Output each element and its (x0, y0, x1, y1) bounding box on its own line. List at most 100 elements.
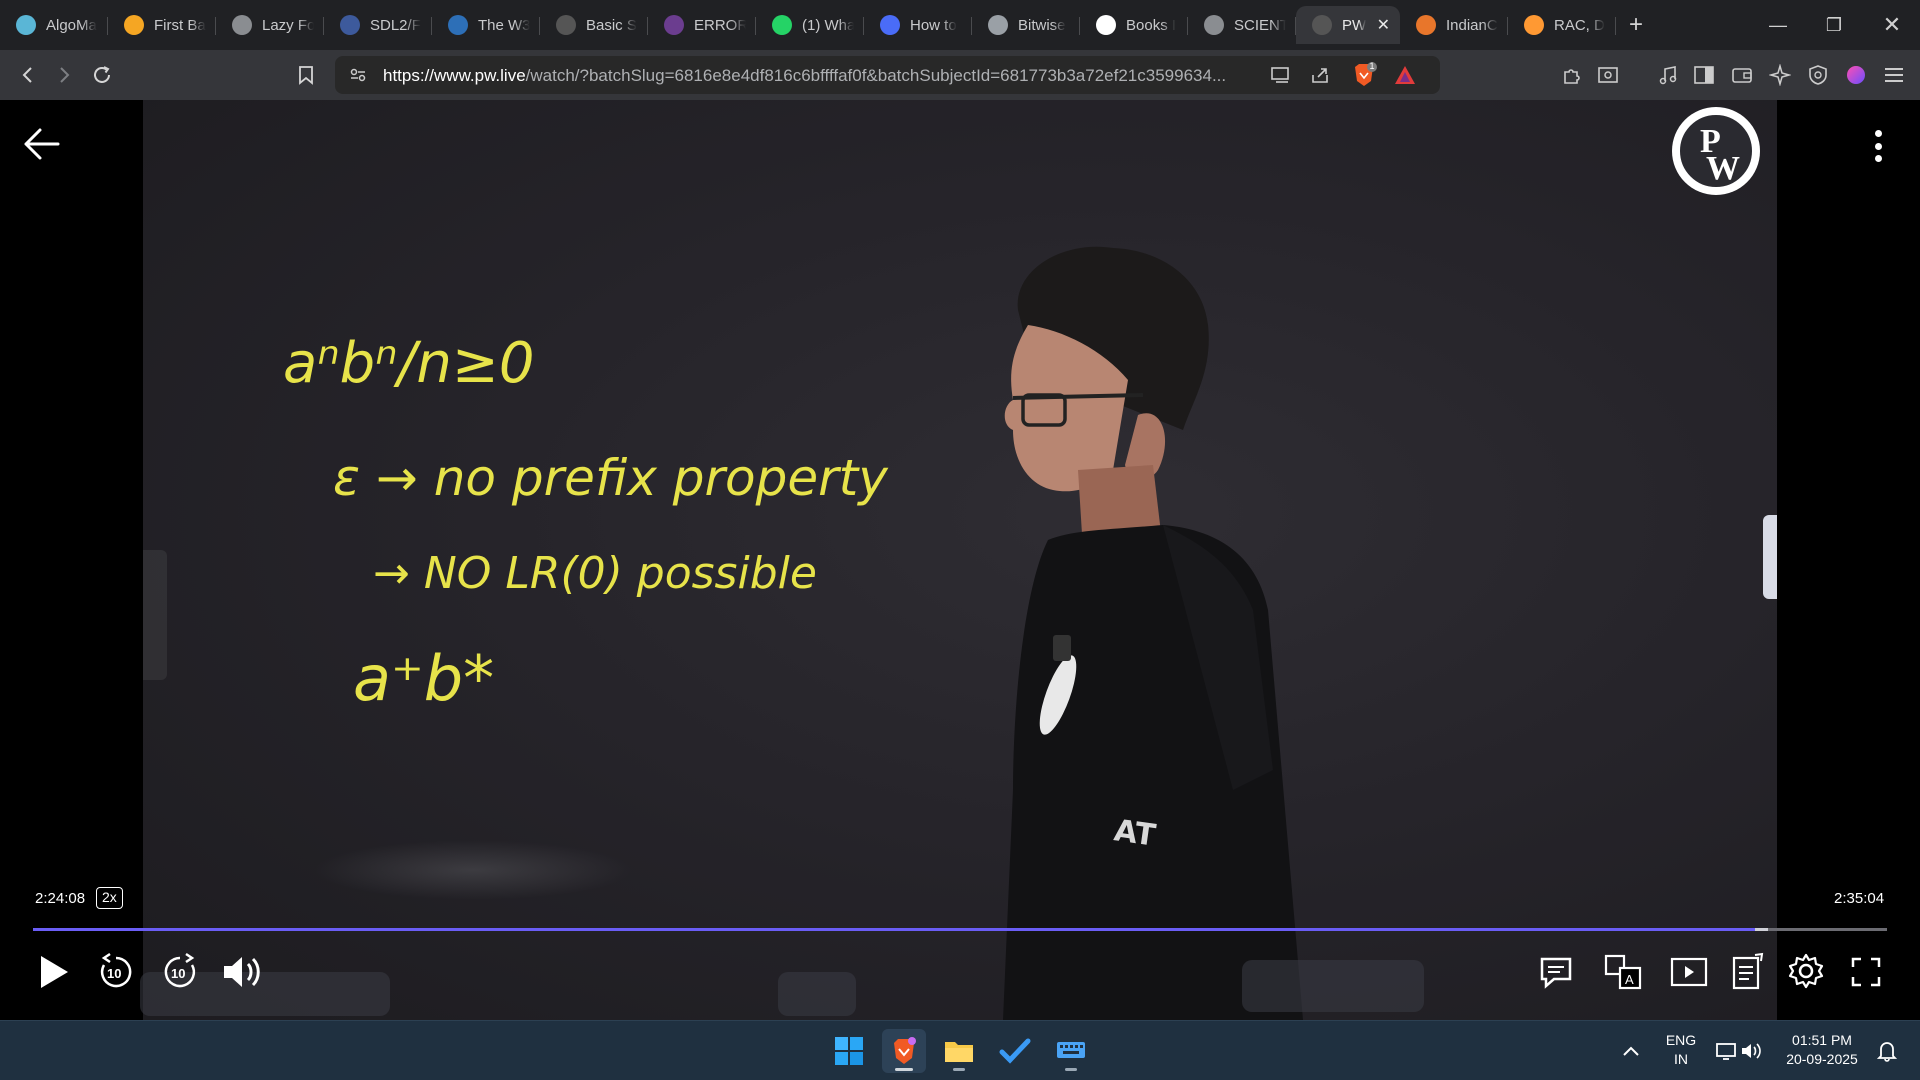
reload-button[interactable] (86, 59, 118, 91)
svg-text:A: A (1625, 972, 1634, 987)
pw-logo: P W (1672, 107, 1760, 195)
notification-bell-icon[interactable] (1872, 1029, 1902, 1073)
extensions-icon[interactable] (1556, 59, 1588, 91)
play-button[interactable] (32, 950, 76, 994)
browser-tab[interactable]: Basic S (540, 6, 648, 44)
forward-10-button[interactable]: 10 (158, 950, 202, 994)
browser-tab[interactable]: RAC, D (1508, 6, 1616, 44)
browser-tab[interactable]: AlgoMa (0, 6, 108, 44)
vpn-shield-icon[interactable] (1802, 59, 1834, 91)
first-bad-version-icon (124, 15, 144, 35)
clock-date: 20-09-2025 (1786, 1051, 1858, 1067)
address-bar[interactable]: https://www.pw.live/watch/?batchSlug=681… (335, 56, 1440, 94)
playback-speed-badge[interactable]: 2x (96, 887, 123, 909)
brave-shields-icon[interactable]: 1 (1351, 61, 1377, 94)
translate-icon[interactable]: A (1603, 952, 1643, 992)
browser-tab[interactable]: How to (864, 6, 972, 44)
error-site-icon (664, 15, 684, 35)
lang-region: IN (1674, 1051, 1688, 1067)
settings-gear-icon[interactable] (1785, 950, 1827, 992)
restore-button[interactable]: ❐ (1806, 0, 1862, 50)
browser-tab-label: Books I (1126, 16, 1177, 34)
close-tab-icon[interactable]: ✕ (1377, 15, 1390, 35)
instructor-figure: AT (1003, 246, 1303, 1020)
taskbar-file-explorer-icon[interactable] (937, 1029, 981, 1073)
taskbar-todo-icon[interactable] (993, 1029, 1037, 1073)
algomaster-icon (16, 15, 36, 35)
minimize-button[interactable]: — (1750, 0, 1806, 50)
back-arrow-icon[interactable] (22, 124, 62, 164)
wallet-icon[interactable] (1726, 59, 1758, 91)
board-smudge (313, 840, 633, 900)
menu-icon[interactable] (1878, 59, 1910, 91)
how-to-icon (880, 15, 900, 35)
notes-icon[interactable] (1728, 950, 1768, 992)
cast-icon[interactable] (1270, 65, 1292, 90)
sidebar-toggle-icon[interactable] (1688, 59, 1720, 91)
brave-rewards-icon[interactable] (1393, 64, 1417, 91)
browser-tab-label: The W3 (478, 16, 530, 34)
back-button[interactable] (12, 59, 44, 91)
browser-tab[interactable]: First Ba (108, 6, 216, 44)
search-in-page-icon[interactable] (1592, 59, 1624, 91)
seek-bar[interactable] (33, 928, 1887, 931)
duration: 2:35:04 (1834, 890, 1885, 907)
browser-tab-label: Bitwise (1018, 16, 1066, 34)
current-time: 2:24:08 (35, 890, 86, 907)
running-indicator (1065, 1068, 1077, 1071)
windows-taskbar: ENG IN 01:51 PM 20-09-2025 (0, 1020, 1920, 1080)
forward-button[interactable] (48, 59, 80, 91)
browser-tab[interactable]: ERROR (648, 6, 756, 44)
browser-tab[interactable]: PW ✕ (1296, 6, 1400, 44)
leo-ai-icon[interactable] (1764, 59, 1796, 91)
browser-tab-label: PW (1342, 16, 1367, 34)
indianc-icon (1416, 15, 1436, 35)
site-settings-icon[interactable] (349, 66, 367, 89)
volume-icon[interactable] (220, 950, 266, 994)
new-tab-button[interactable]: + (1616, 6, 1656, 44)
share-icon[interactable] (1310, 65, 1332, 90)
close-window-button[interactable]: ✕ (1864, 0, 1920, 50)
svg-text:AT: AT (1112, 813, 1158, 853)
url-domain: https://www.pw.live (383, 66, 526, 85)
picture-in-picture-icon[interactable] (1669, 952, 1709, 992)
board-edge (143, 550, 167, 680)
google-icon (1096, 15, 1116, 35)
start-button[interactable] (827, 1029, 871, 1073)
taskbar-brave-icon[interactable] (882, 1029, 926, 1073)
show-hidden-icons-chevron[interactable] (1609, 1029, 1653, 1073)
browser-tab[interactable]: IndianC (1400, 6, 1508, 44)
browser-tab[interactable]: (1) Wha (756, 6, 864, 44)
media-controls-icon[interactable] (1652, 59, 1684, 91)
more-options-icon[interactable] (1866, 126, 1890, 166)
running-indicator (953, 1068, 965, 1071)
chat-icon[interactable] (1536, 952, 1576, 992)
side-pen-tab (1763, 515, 1777, 599)
browser-tab-label: IndianC (1446, 16, 1498, 34)
browser-tab[interactable]: Lazy Fo (216, 6, 324, 44)
clock[interactable]: 01:51 PM 20-09-2025 (1777, 1031, 1867, 1069)
fullscreen-icon[interactable] (1846, 952, 1886, 992)
shields-badge-count: 1 (1369, 61, 1375, 71)
browser-tab-label: ERROR (694, 16, 746, 34)
browser-tab[interactable]: Books I (1080, 6, 1188, 44)
taskbar-keyboard-icon[interactable] (1049, 1029, 1093, 1073)
browser-toolbar: https://www.pw.live/watch/?batchSlug=681… (0, 50, 1920, 100)
profile-icon[interactable] (1840, 59, 1872, 91)
input-language[interactable]: ENG IN (1662, 1031, 1700, 1069)
basic-syntax-icon (556, 15, 576, 35)
browser-tab[interactable]: The W3 (432, 6, 540, 44)
globe-icon (232, 15, 252, 35)
video-frame[interactable]: aⁿbⁿ/n≥0 ε → no prefix property → NO LR(… (143, 100, 1777, 1020)
speaker-icon[interactable] (1736, 1029, 1766, 1073)
browser-tab-label: RAC, D (1554, 16, 1605, 34)
browser-tab[interactable]: SDL2/F (324, 6, 432, 44)
video-player[interactable]: aⁿbⁿ/n≥0 ε → no prefix property → NO LR(… (0, 100, 1920, 1020)
browser-tab-label: SCIENT (1234, 16, 1286, 34)
india-flag-icon (1524, 15, 1544, 35)
svg-text:W: W (1706, 150, 1740, 187)
browser-tab[interactable]: Bitwise (972, 6, 1080, 44)
rewind-10-button[interactable]: 10 (94, 950, 138, 994)
bookmark-icon[interactable] (290, 59, 322, 91)
browser-tab[interactable]: SCIENT (1188, 6, 1296, 44)
